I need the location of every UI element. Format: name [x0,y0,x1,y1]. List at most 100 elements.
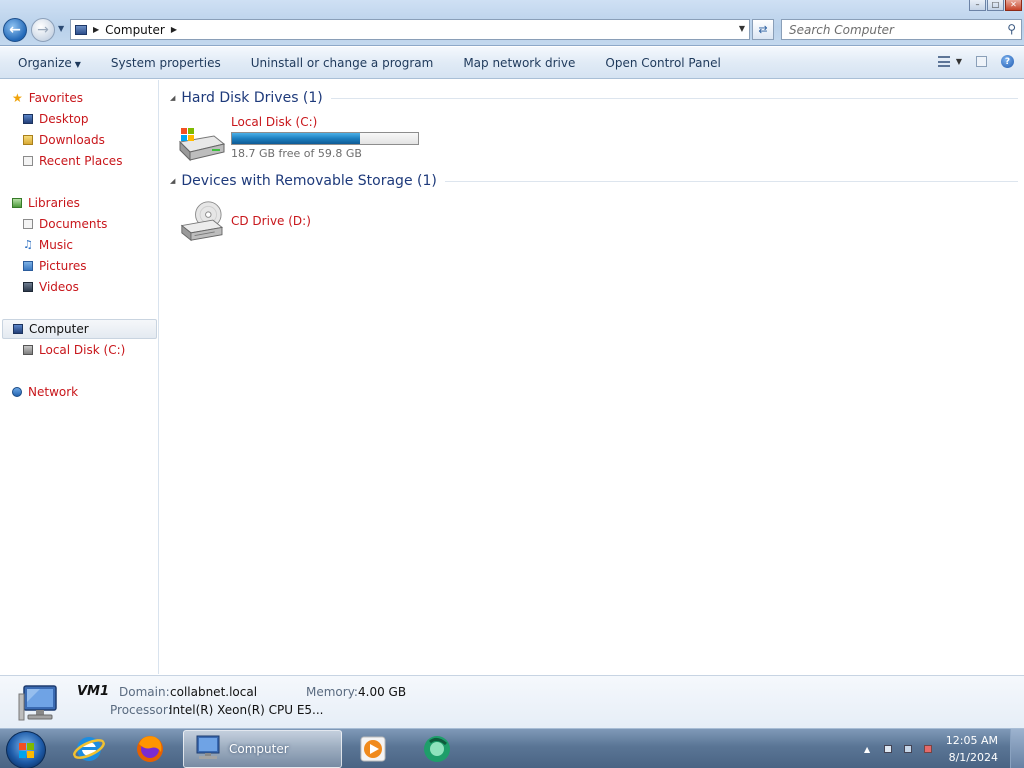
sidebar-item-computer[interactable]: Computer [2,319,157,339]
memory-label: Memory: [306,685,358,699]
computer-icon [13,324,23,334]
search-input[interactable]: Search Computer ⚲ [781,19,1022,40]
internet-explorer-icon[interactable] [72,732,106,766]
sidebar-item-music[interactable]: ♫ Music [23,235,73,255]
forward-button[interactable]: → [31,18,55,42]
domain-value: collabnet.local [170,685,258,699]
clock-date[interactable]: 8/1/2024 [949,751,998,764]
view-controls: ▼ ? [937,55,1014,68]
volume-icon[interactable] [924,745,932,753]
group-divider [444,180,1018,182]
sidebar-item-label: Downloads [39,133,105,147]
collapse-triangle-icon[interactable]: ◢ [170,94,175,102]
memory-value: 4.00 GB [358,685,407,699]
back-button[interactable]: ← [3,18,27,42]
disk-usage-bar [231,132,419,145]
start-button[interactable] [6,731,46,768]
drive-free-space: 18.7 GB free of 59.8 GB [231,147,362,160]
organize-button[interactable]: Organize ▼ [0,56,96,70]
collapse-triangle-icon[interactable]: ◢ [170,177,175,185]
clock-time[interactable]: 12:05 AM [946,734,998,747]
sidebar-item-network[interactable]: Network [12,382,78,402]
sidebar-item-pictures[interactable]: Pictures [23,256,87,276]
pictures-icon [23,261,33,271]
sidebar-item-label: Pictures [39,259,87,273]
system-properties-button[interactable]: System properties [96,56,236,70]
chevron-down-icon: ▼ [74,59,81,69]
group-divider [330,97,1018,99]
show-hidden-icons-icon[interactable]: ▲ [864,745,872,754]
address-bar[interactable]: ▶ Computer ▶ ▼ [70,19,750,40]
media-player-icon[interactable] [356,732,390,766]
view-options-dropdown-icon[interactable]: ▼ [956,57,962,66]
music-note-icon: ♫ [23,238,33,251]
sidebar-item-desktop[interactable]: Desktop [23,109,89,129]
refresh-icon: ⇄ [758,23,768,36]
computer-icon [18,685,57,721]
action-center-flag-icon[interactable] [884,745,892,753]
star-icon: ★ [12,91,23,105]
recent-pages-dropdown[interactable]: ▼ [58,24,64,33]
sidebar-item-documents[interactable]: Documents [23,214,107,234]
group-title: Hard Disk Drives (1) [181,90,323,106]
group-header-hard-disks[interactable]: ◢ Hard Disk Drives (1) [170,88,1018,108]
sidebar-item-recent-places[interactable]: Recent Places [23,151,122,171]
window-caption-buttons: – □ ✕ [968,0,1022,11]
sidebar-item-label: Network [28,385,79,399]
downloads-folder-icon [23,135,33,145]
forward-arrow-icon: → [37,22,49,38]
sidebar-item-favorites[interactable]: ★ Favorites [12,88,83,108]
hard-drive-icon [23,345,33,355]
maximize-button[interactable]: □ [987,0,1004,11]
videos-icon [23,282,33,292]
show-desktop-button[interactable] [1010,729,1024,768]
details-pane: VM1 Domain: collabnet.local Memory: 4.00… [0,675,1024,728]
computer-icon [196,735,220,759]
desktop-icon [23,114,33,124]
sidebar-item-libraries[interactable]: Libraries [12,193,80,213]
drive-name[interactable]: CD Drive (D:) [231,214,311,228]
minimize-button[interactable]: – [969,0,986,11]
group-header-removable-storage[interactable]: ◢ Devices with Removable Storage (1) [170,171,1018,191]
hard-drive-icon [178,128,226,162]
taskbar: Computer ▲ 12:05 AM 8/1/2024 [0,728,1024,768]
organize-label: Organize [18,55,72,70]
breadcrumb-chevron-icon[interactable]: ▶ [93,25,99,34]
recent-places-icon [23,156,33,166]
disk-usage-fill [232,133,361,144]
sidebar-item-label: Libraries [28,196,80,210]
close-button[interactable]: ✕ [1005,0,1022,11]
map-network-drive-button[interactable]: Map network drive [448,56,590,70]
sidebar-item-label: Computer [29,322,89,336]
drive-name[interactable]: Local Disk (C:) [231,115,317,129]
command-bar: Organize ▼ System properties Uninstall or… [0,47,1024,79]
open-control-panel-button[interactable]: Open Control Panel [590,56,735,70]
breadcrumb-chevron-icon[interactable]: ▶ [171,25,177,34]
sidebar-item-label: Desktop [39,112,89,126]
refresh-button[interactable]: ⇄ [752,19,774,40]
processor-label: Processor: [110,703,172,717]
firefox-icon[interactable] [133,732,167,766]
libraries-icon [12,198,22,208]
title-bar: – □ ✕ ← → ▼ ▶ Computer ▶ ▼ ⇄ Search Comp… [0,0,1024,46]
sidebar-item-downloads[interactable]: Downloads [23,130,105,150]
uninstall-program-button[interactable]: Uninstall or change a program [236,56,449,70]
network-icon [12,387,22,397]
search-placeholder: Search Computer [789,22,894,37]
change-view-icon[interactable] [937,56,950,67]
computer-icon [75,24,87,35]
network-status-icon[interactable] [904,745,912,753]
back-arrow-icon: ← [9,22,21,38]
sidebar-item-videos[interactable]: Videos [23,277,79,297]
app-icon[interactable] [420,732,454,766]
computer-name: VM1 [77,684,110,699]
taskbar-item-computer[interactable]: Computer [183,730,342,768]
sidebar-item-label: Local Disk (C:) [39,343,126,357]
search-icon[interactable]: ⚲ [1007,22,1016,36]
sidebar-item-label: Videos [39,280,79,294]
breadcrumb-computer[interactable]: Computer [105,23,165,37]
preview-pane-icon[interactable] [976,56,987,67]
help-icon[interactable]: ? [1001,55,1014,68]
sidebar-item-local-disk[interactable]: Local Disk (C:) [23,340,125,360]
address-dropdown-icon[interactable]: ▼ [739,24,745,33]
